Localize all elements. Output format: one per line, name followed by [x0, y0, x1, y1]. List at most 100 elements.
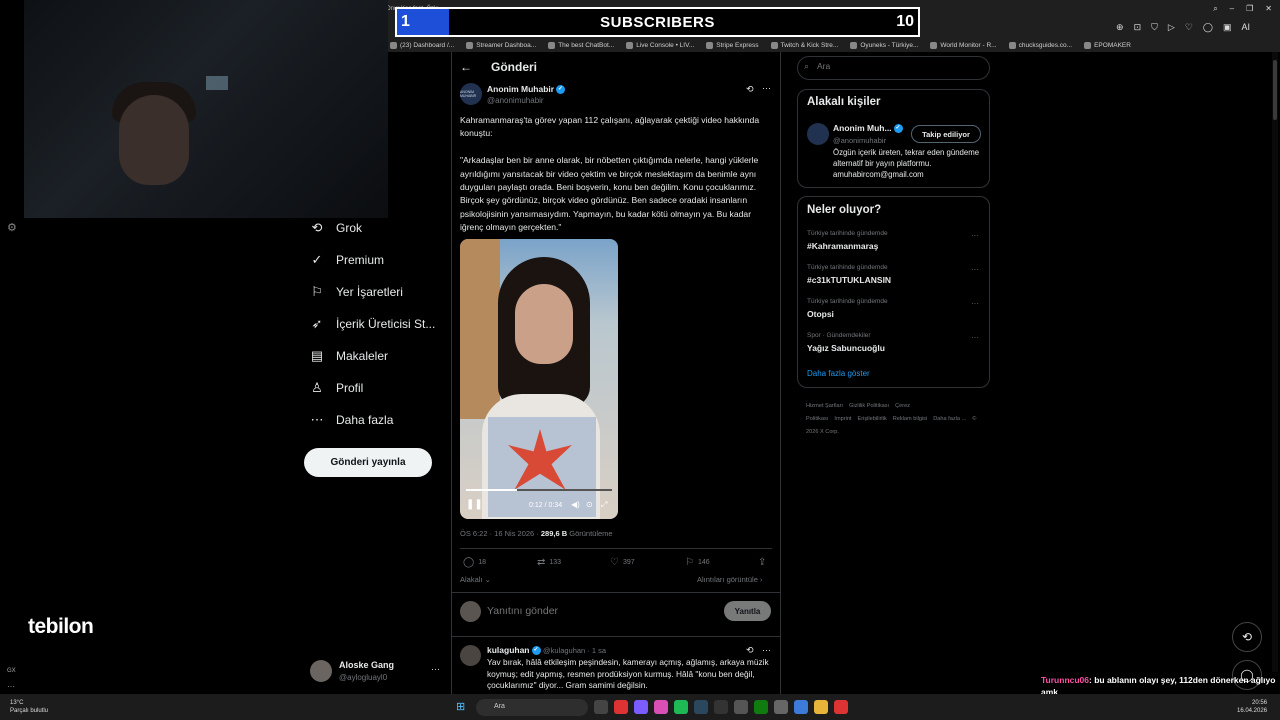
bookmark-item[interactable]: EPOMAKER	[1084, 41, 1131, 49]
nav-item-rocket[interactable]: ➶ İçerik Üreticisi St...	[310, 316, 436, 331]
avatar[interactable]	[807, 123, 829, 145]
trend-item[interactable]: #Kahramanmaraş	[807, 241, 878, 251]
more-icon[interactable]: ···	[762, 83, 771, 93]
heart-icon[interactable]: ♡	[1185, 22, 1193, 33]
author-handle[interactable]: @anonimuhabir	[487, 96, 544, 105]
grok-icon[interactable]: ⟲	[746, 645, 754, 656]
avatar[interactable]	[460, 645, 481, 666]
reply-author-handle[interactable]: @kulaguhan · 1 sa	[543, 646, 606, 655]
nav-item-more-circle[interactable]: ⋯ Daha fazla	[310, 412, 394, 427]
bookmark-button[interactable]: ⚐ 146	[685, 557, 710, 568]
playback-settings-icon[interactable]: ⊙	[586, 500, 593, 509]
repost-button[interactable]: ⇄ 133	[537, 557, 561, 568]
related-person-handle[interactable]: @anonimuhabir	[833, 136, 886, 145]
task-view-icon[interactable]	[594, 700, 608, 714]
zoom-icon[interactable]: ⊕	[1116, 22, 1124, 33]
related-person-name[interactable]: Anonim Muh... ✓	[833, 123, 903, 134]
footer-link[interactable]: Hizmet Şartları	[806, 403, 843, 409]
verified-badge-icon: ✓	[893, 124, 903, 134]
xbox-icon[interactable]	[754, 700, 768, 714]
bookmark-item[interactable]: Stripe Express	[706, 41, 759, 49]
reply-input[interactable]	[487, 605, 707, 617]
pin-icon[interactable]: ⊡	[1134, 22, 1142, 33]
reply-author-name[interactable]: kulaguhan ✓	[487, 645, 541, 656]
bookmark-item[interactable]: Streamer Dashboa...	[466, 41, 536, 49]
clock[interactable]: 20:56 16.04.2026	[1237, 699, 1267, 715]
scrollbar[interactable]	[1272, 52, 1278, 672]
footer-link[interactable]: Imprint	[834, 416, 851, 422]
app-icon[interactable]	[834, 700, 848, 714]
trend-item[interactable]: Otopsi	[807, 309, 834, 319]
play-icon[interactable]: ▷	[1168, 22, 1175, 33]
post-video[interactable]	[460, 239, 618, 519]
bookmark-item[interactable]: Oyuneks - Türkiye...	[850, 41, 918, 49]
video-progress-bar[interactable]	[466, 489, 612, 491]
footer-link[interactable]: Reklam bilgisi	[893, 416, 928, 422]
grok-icon[interactable]: ⟲	[746, 84, 754, 95]
trend-item[interactable]: #c31kTUTUKLANSIN	[807, 275, 891, 285]
weather-widget[interactable]: 13°C Parçalı bulutlu	[10, 699, 48, 715]
view-quotes-link[interactable]: Alıntıları görüntüle ›	[697, 575, 762, 584]
author-avatar[interactable]: ANONİM MUHABİR	[460, 83, 482, 105]
extension-icon[interactable]: ▣	[1223, 22, 1232, 33]
share-button[interactable]: ⇪	[758, 557, 766, 568]
more-icon[interactable]: ···	[971, 333, 979, 342]
close-icon[interactable]: ✕	[1265, 4, 1272, 14]
search-input[interactable]	[817, 61, 977, 71]
post-button[interactable]: Gönderi yayınla	[304, 448, 432, 477]
bookmark-item[interactable]: Live Console • LIV...	[626, 41, 694, 49]
settings-icon[interactable]: ⚙	[7, 221, 17, 234]
discord-icon[interactable]	[634, 700, 648, 714]
minimize-icon[interactable]: –	[1230, 4, 1234, 14]
nav-item-profile[interactable]: ♙ Profil	[310, 380, 363, 395]
author-name[interactable]: Anonim Muhabir ✓	[487, 84, 566, 95]
more-icon[interactable]: ···	[762, 645, 771, 655]
following-button[interactable]: Takip ediliyor	[911, 125, 981, 143]
epic-games-icon[interactable]	[714, 700, 728, 714]
bookmark-item[interactable]: World Monitor - R...	[930, 41, 997, 49]
nav-item-grok[interactable]: ⟲ Grok	[310, 220, 362, 235]
reply-count-button[interactable]: ◯ 18	[463, 557, 486, 568]
app-icon[interactable]	[774, 700, 788, 714]
spotify-icon[interactable]	[674, 700, 688, 714]
reply-button[interactable]: Yanıtla	[724, 601, 771, 621]
sort-replies-dropdown[interactable]: Alakalı ⌄	[460, 575, 491, 584]
volume-icon[interactable]: ◀)	[571, 500, 580, 509]
back-arrow-icon[interactable]: ←	[460, 60, 472, 74]
footer-link[interactable]: Daha fazla ...	[933, 416, 966, 422]
more-icon[interactable]: ···	[7, 682, 15, 691]
file-explorer-icon[interactable]	[814, 700, 828, 714]
footer-link[interactable]: Erişilebilirlik	[858, 416, 887, 422]
nav-item-premium[interactable]: ✓ Premium	[310, 252, 384, 267]
bookmark-item[interactable]: The best ChatBot...	[548, 41, 614, 49]
app-icon[interactable]	[794, 700, 808, 714]
grok-fab-icon[interactable]: ⟲	[1232, 622, 1262, 652]
opera-gx-icon[interactable]	[614, 700, 628, 714]
fullscreen-icon[interactable]: ⤢	[601, 500, 607, 510]
like-button[interactable]: ♡ 397	[610, 557, 635, 568]
more-icon[interactable]: ···	[431, 664, 440, 674]
nav-item-bookmark[interactable]: ⚐ Yer İşaretleri	[310, 284, 403, 299]
more-icon[interactable]: ···	[971, 231, 979, 240]
bookmark-item[interactable]: (23) Dashboard /...	[390, 41, 454, 49]
pause-icon[interactable]: ❚❚	[466, 499, 483, 510]
more-icon[interactable]: ···	[971, 265, 979, 274]
shield-icon[interactable]: ⛉	[1151, 22, 1158, 33]
footer-link[interactable]: Gizlilik Politikası	[849, 403, 889, 409]
restore-icon[interactable]: ❐	[1246, 4, 1253, 14]
app-icon[interactable]	[654, 700, 668, 714]
app-icon[interactable]	[734, 700, 748, 714]
bookmark-item[interactable]: chucksguides.co...	[1008, 41, 1072, 49]
account-switcher[interactable]: Aloske Gang @aylogluayl0 ···	[310, 658, 444, 686]
windows-start-icon[interactable]: ⊞	[456, 700, 465, 713]
steam-icon[interactable]	[694, 700, 708, 714]
chat-icon[interactable]: ◯	[1203, 22, 1213, 33]
search-icon[interactable]: ⌕	[1213, 4, 1217, 14]
taskbar-search[interactable]	[476, 699, 588, 716]
trend-item[interactable]: Yağız Sabuncuoğlu	[807, 343, 885, 353]
bookmark-item[interactable]: Twitch & Kick Stre...	[770, 41, 838, 49]
more-icon[interactable]: ···	[971, 299, 979, 308]
ai-button[interactable]: AI	[1241, 22, 1250, 33]
show-more-link[interactable]: Daha fazla göster	[807, 369, 870, 378]
nav-item-article[interactable]: ▤ Makaleler	[310, 348, 388, 363]
